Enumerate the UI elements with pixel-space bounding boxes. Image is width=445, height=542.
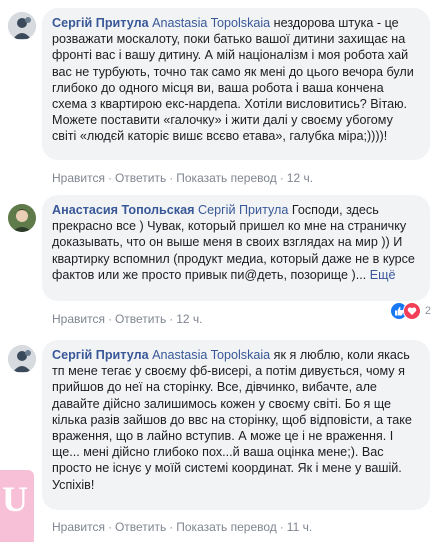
comment-timestamp[interactable]: 12 ч. [176,312,202,326]
avatar-icon [8,12,36,40]
comment-mention[interactable]: Anastasia Topolskaia [152,16,270,30]
show-translation-button[interactable]: Показать перевод [176,171,277,185]
separator: · [107,171,112,185]
comment-bubble: Сергій Притула Anastasia Topolskaia як я… [42,340,430,510]
comment-mention[interactable]: Сергій Притула [198,203,288,217]
reactions-summary[interactable]: 2 [389,302,431,320]
comment-text: нездорова штука - це розважати москалоту… [52,16,414,144]
avatar[interactable] [8,12,36,40]
see-more-link[interactable]: Ещё [366,268,396,282]
comment-text: як я люблю, коли якась тп мене тегає у с… [52,348,412,492]
reply-button[interactable]: Ответить [115,520,166,534]
avatar[interactable] [8,345,36,373]
like-button[interactable]: Нравится [52,312,105,326]
separator: · [169,520,174,534]
comment-author[interactable]: Сергій Притула [52,348,149,362]
show-translation-button[interactable]: Показать перевод [176,520,277,534]
comment-timestamp[interactable]: 12 ч. [287,171,313,185]
avatar-icon [8,345,36,373]
separator: · [169,171,174,185]
separator: · [107,312,112,326]
comment-bubble: Анастасия Топольская Сергій Притула Госп… [42,195,430,301]
comment-bubble: Сергій Притула Anastasia Topolskaia незд… [42,8,430,160]
comment-author[interactable]: Анастасия Топольская [52,203,194,217]
reply-button[interactable]: Ответить [115,312,166,326]
separator: · [169,312,174,326]
avatar[interactable] [8,204,36,232]
separator: · [107,520,112,534]
comment-actions: Нравится · Ответить · Показать перевод · 12 ч. [52,171,313,185]
love-reaction-icon [402,302,421,320]
like-button[interactable]: Нравится [52,520,105,534]
reaction-count: 2 [424,305,431,317]
reply-button[interactable]: Ответить [115,171,166,185]
watermark-logo: U [0,470,34,542]
separator: · [279,520,284,534]
comment-author[interactable]: Сергій Притула [52,16,149,30]
comment-mention[interactable]: Anastasia Topolskaia [152,348,270,362]
watermark-letter: U [2,479,28,519]
comment-timestamp[interactable]: 11 ч. [287,520,312,534]
avatar-icon [8,204,36,232]
comment-actions: Нравится · Ответить · Показать перевод · 11 ч. [52,520,312,534]
like-button[interactable]: Нравится [52,171,105,185]
separator: · [279,171,284,185]
comment-actions: Нравится · Ответить · 12 ч. [52,312,203,326]
